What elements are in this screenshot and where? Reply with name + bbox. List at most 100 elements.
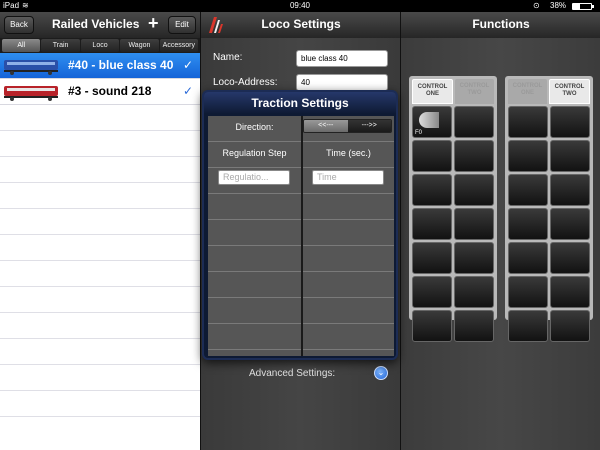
function-key[interactable] xyxy=(508,310,548,342)
function-key[interactable] xyxy=(550,140,590,172)
direction-forward-button[interactable]: --->> xyxy=(347,120,391,132)
function-key[interactable] xyxy=(550,242,590,274)
control-block-left: CONTROL ONE CONTROL TWO F0 xyxy=(409,76,497,342)
tab-control-two[interactable]: CONTROL TWO xyxy=(455,79,494,104)
battery-icon xyxy=(572,3,594,10)
empty-list-row xyxy=(0,157,200,183)
function-key[interactable] xyxy=(454,174,494,206)
vehicles-title: Railed Vehicles xyxy=(52,17,140,31)
f0-label: F0 xyxy=(415,130,423,136)
tab-control-one[interactable]: CONTROL ONE xyxy=(508,79,547,104)
locomotive-thumbnail xyxy=(4,60,58,75)
empty-list-row xyxy=(0,391,200,417)
vehicles-panel: Back Railed Vehicles + Edit All Train Lo… xyxy=(0,12,200,450)
battery-percent: 38% xyxy=(550,1,567,10)
checkmark-icon: ✓ xyxy=(182,58,193,72)
function-key[interactable] xyxy=(454,276,494,308)
battery-fill xyxy=(573,4,580,9)
segment-loco[interactable]: Loco xyxy=(80,39,120,52)
vehicle-filter-segments: All Train Loco Wagon Accessory xyxy=(0,38,200,53)
function-key[interactable] xyxy=(412,276,452,308)
direction-label: Direction: xyxy=(235,122,274,132)
function-key[interactable] xyxy=(508,276,548,308)
function-key[interactable] xyxy=(550,106,590,138)
vehicle-label: #3 - sound 218 xyxy=(68,84,152,98)
function-key[interactable] xyxy=(454,140,494,172)
segment-wagon[interactable]: Wagon xyxy=(120,39,159,52)
function-key[interactable] xyxy=(508,140,548,172)
loco-address-label: Loco-Address: xyxy=(213,77,278,88)
headlight-icon xyxy=(419,112,439,128)
back-button[interactable]: Back xyxy=(4,16,34,34)
empty-list-row xyxy=(0,261,200,287)
vehicle-row[interactable]: #40 - blue class 40 ✓ xyxy=(0,53,200,79)
function-key[interactable] xyxy=(550,276,590,308)
segment-train[interactable]: Train xyxy=(41,39,80,52)
edit-button[interactable]: Edit xyxy=(168,16,196,34)
time-input[interactable]: Time xyxy=(312,170,384,185)
function-key[interactable] xyxy=(508,174,548,206)
empty-list-row xyxy=(0,105,200,131)
traction-settings-title: Traction Settings xyxy=(204,92,396,114)
empty-list-row xyxy=(0,131,200,157)
function-key-f0[interactable]: F0 xyxy=(412,106,452,138)
function-key[interactable] xyxy=(454,208,494,240)
function-key[interactable] xyxy=(550,174,590,206)
function-key[interactable] xyxy=(454,106,494,138)
empty-list-row xyxy=(0,209,200,235)
name-label: Name: xyxy=(213,52,243,63)
function-key[interactable] xyxy=(454,242,494,274)
direction-selector: <<--- --->> xyxy=(303,119,392,133)
traction-table: Direction: <<--- --->> Regulation Step T… xyxy=(208,116,394,356)
direction-backward-button[interactable]: <<--- xyxy=(304,120,348,132)
loco-address-field[interactable]: 40 xyxy=(296,74,388,91)
function-key[interactable] xyxy=(412,174,452,206)
locomotive-thumbnail xyxy=(4,86,58,101)
vehicle-row[interactable]: #3 - sound 218 ✓ xyxy=(0,79,200,105)
empty-list-row xyxy=(0,287,200,313)
regulation-step-header: Regulation Step xyxy=(222,148,287,158)
empty-list-row xyxy=(0,365,200,391)
chevron-down-icon[interactable]: ⌄ xyxy=(374,366,388,380)
segment-all[interactable]: All xyxy=(2,39,41,52)
function-key[interactable] xyxy=(508,106,548,138)
function-key[interactable] xyxy=(412,310,452,342)
function-key[interactable] xyxy=(508,242,548,274)
name-field[interactable]: blue class 40 xyxy=(296,50,388,67)
function-key-grid: F0 xyxy=(412,106,494,342)
time-header: Time (sec.) xyxy=(326,148,371,158)
function-key[interactable] xyxy=(412,140,452,172)
loco-settings-navbar: Loco Settings xyxy=(201,12,400,38)
empty-rows xyxy=(0,105,200,417)
tab-control-one[interactable]: CONTROL ONE xyxy=(412,79,453,104)
vehicle-label: #40 - blue class 40 xyxy=(68,58,174,72)
status-bar: iPad ≋ 09:40 ⊙ 38% xyxy=(0,0,600,12)
checkmark-icon: ✓ xyxy=(182,84,193,98)
function-key[interactable] xyxy=(412,208,452,240)
functions-panel: Functions CONTROL ONE CONTROL TWO F0 CON… xyxy=(400,12,600,450)
advanced-settings-label: Advanced Settings: xyxy=(249,368,336,379)
clock: 09:40 xyxy=(289,1,311,10)
vehicle-list: #40 - blue class 40 ✓ #3 - sound 218 ✓ xyxy=(0,53,200,417)
rotation-lock-icon: ⊙ xyxy=(533,1,540,10)
function-key[interactable] xyxy=(412,242,452,274)
segment-accessory[interactable]: Accessory xyxy=(159,39,199,52)
traction-settings-popover: Traction Settings Direction: <<--- --->>… xyxy=(202,90,398,360)
add-vehicle-button[interactable]: + xyxy=(148,13,159,34)
function-key[interactable] xyxy=(550,310,590,342)
empty-list-row xyxy=(0,183,200,209)
tab-control-two[interactable]: CONTROL TWO xyxy=(549,79,590,104)
loco-settings-title: Loco Settings xyxy=(261,17,341,31)
control-block-right: CONTROL ONE CONTROL TWO xyxy=(505,76,593,342)
functions-title: Functions xyxy=(472,17,530,31)
function-key[interactable] xyxy=(508,208,548,240)
empty-list-row xyxy=(0,313,200,339)
empty-list-row xyxy=(0,339,200,365)
function-key[interactable] xyxy=(550,208,590,240)
vehicles-navbar: Back Railed Vehicles + Edit xyxy=(0,12,200,38)
functions-navbar: Functions xyxy=(401,12,600,38)
regulation-step-input[interactable]: Regulatio... xyxy=(218,170,290,185)
function-key-grid xyxy=(508,106,590,342)
empty-list-row xyxy=(0,235,200,261)
function-key[interactable] xyxy=(454,310,494,342)
